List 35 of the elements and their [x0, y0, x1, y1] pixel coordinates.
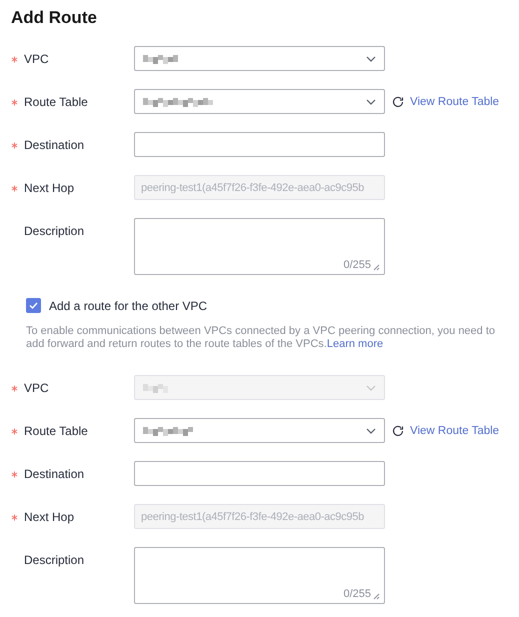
- view-route-table-link[interactable]: View Route Table: [410, 96, 500, 108]
- chevron-down-icon: [366, 384, 376, 390]
- field-label: Destination: [24, 466, 84, 480]
- field-label: Next Hop: [24, 180, 74, 194]
- info-note: To enable communications between VPCs connected by a VPC peering connection, you need to add forward and return routes to the route tables of the VPCs.Learn more: [26, 325, 496, 351]
- text-field[interactable]: [134, 132, 385, 157]
- check-icon: [29, 302, 38, 309]
- checkbox[interactable]: [26, 298, 41, 313]
- description-field[interactable]: 0/255: [134, 547, 385, 604]
- resize-handle-icon[interactable]: [373, 264, 380, 271]
- field-label: Route Table: [24, 424, 88, 438]
- select-field[interactable]: [134, 418, 385, 443]
- refresh-icon[interactable]: [392, 96, 404, 108]
- field-label: Next Hop: [24, 510, 74, 524]
- field-label: VPC: [24, 380, 49, 394]
- chevron-down-icon: [366, 56, 376, 62]
- field-label: Description: [24, 552, 84, 566]
- refresh-icon[interactable]: [392, 424, 404, 436]
- resize-handle-icon[interactable]: [373, 593, 380, 600]
- field-label: Route Table: [24, 94, 88, 108]
- character-counter: 0/255: [343, 259, 371, 271]
- select-field[interactable]: [134, 46, 385, 71]
- chevron-down-icon: [366, 428, 376, 434]
- character-counter: 0/255: [343, 588, 371, 600]
- view-route-table-link[interactable]: View Route Table: [410, 424, 500, 436]
- checkbox-label: Add a route for the other VPC: [49, 298, 208, 312]
- select-field[interactable]: [134, 89, 385, 114]
- field-label: Destination: [24, 138, 84, 152]
- chevron-down-icon: [366, 98, 376, 104]
- field-label: VPC: [24, 52, 49, 66]
- page-title: Add Route: [11, 8, 98, 28]
- learn-more-link[interactable]: Learn more: [326, 338, 384, 350]
- text-field[interactable]: [134, 461, 385, 486]
- description-field[interactable]: 0/255: [134, 218, 385, 275]
- field-label: Description: [24, 224, 84, 238]
